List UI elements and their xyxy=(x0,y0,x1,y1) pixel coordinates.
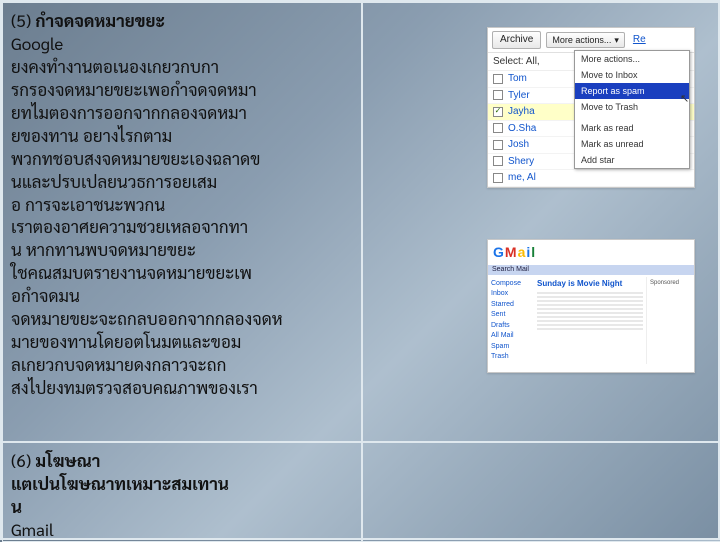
section-6-number: (6) xyxy=(11,449,31,471)
section-5-title: กำจดจดหมายขยะ xyxy=(35,9,164,31)
gmail-message-list-screenshot: Archive More actions... ▾ Re Select: All… xyxy=(487,27,695,188)
ads-title: Sponsored xyxy=(650,279,691,287)
section-6-title: มโฆษณา xyxy=(35,449,100,471)
refresh-link[interactable]: Re xyxy=(630,33,646,47)
more-actions-dropdown[interactable]: More actions... ▾ xyxy=(546,32,625,48)
sidebar-item[interactable]: Starred xyxy=(491,300,531,309)
section-5-body: ยงคงทำงานตอเนองเกยวกบกา รกรองจดหมายขยะเพ… xyxy=(11,55,283,398)
msg-line xyxy=(537,320,643,322)
cursor-icon: ↖ xyxy=(680,92,689,107)
sender: Tyler xyxy=(508,89,530,103)
menu-move-inbox[interactable]: Move to Inbox xyxy=(575,67,689,83)
sidebar-item[interactable]: Sent xyxy=(491,310,531,319)
panel2-main: Sunday is Movie Night xyxy=(534,277,646,365)
msg-line xyxy=(537,312,643,314)
panel-toolbar: Archive More actions... ▾ Re xyxy=(488,28,694,53)
gmail-conversation-screenshot: GMail Search Mail Compose Inbox Starred … xyxy=(487,239,695,373)
section-6-subtitle: แตเปนโฆษณาทเหมาะสมเทาน น xyxy=(11,472,229,517)
msg-line xyxy=(537,296,643,298)
msg-line xyxy=(537,308,643,310)
checkbox-icon[interactable] xyxy=(493,74,503,84)
empty-cell xyxy=(362,442,720,542)
menu-more-actions[interactable]: More actions... xyxy=(575,51,689,67)
sender: O.Sha xyxy=(508,122,536,136)
checkbox-icon[interactable] xyxy=(493,123,503,133)
checkbox-icon[interactable] xyxy=(493,156,503,166)
section-6-company: Gmail xyxy=(11,518,54,540)
msg-line xyxy=(537,328,643,330)
checkbox-icon[interactable] xyxy=(493,173,503,183)
section-5-company: Google xyxy=(11,32,63,54)
context-menu: More actions... Move to Inbox Report as … xyxy=(574,50,690,169)
panel2-ads: Sponsored xyxy=(646,277,694,365)
checkbox-icon[interactable] xyxy=(493,140,503,150)
menu-mark-unread[interactable]: Mark as unread xyxy=(575,136,689,152)
msg-line xyxy=(537,324,643,326)
sidebar-item[interactable]: All Mail xyxy=(491,331,531,340)
panel2-sidebar: Compose Inbox Starred Sent Drafts All Ma… xyxy=(488,277,534,365)
sidebar-item[interactable]: Compose xyxy=(491,279,531,288)
section-5-cell: (5) กำจดจดหมายขยะ Google ยงคงทำงานตอเนอง… xyxy=(2,2,362,442)
msg-line xyxy=(537,316,643,318)
search-bar[interactable]: Search Mail xyxy=(488,265,694,275)
menu-report-spam[interactable]: Report as spam xyxy=(575,83,689,99)
list-item[interactable]: me, Al xyxy=(488,170,694,187)
section-6-cell: (6) มโฆษณา แตเปนโฆษณาทเหมาะสมเทาน น Gmai… xyxy=(2,442,362,542)
illustration-cell: Archive More actions... ▾ Re Select: All… xyxy=(362,2,720,442)
sidebar-item[interactable]: Inbox xyxy=(491,289,531,298)
sidebar-item[interactable]: Trash xyxy=(491,352,531,361)
conversation-title: Sunday is Movie Night xyxy=(537,279,643,290)
menu-mark-read[interactable]: Mark as read xyxy=(575,120,689,136)
menu-move-trash[interactable]: Move to Trash xyxy=(575,99,689,115)
slide-table: (5) กำจดจดหมายขยะ Google ยงคงทำงานตอเนอง… xyxy=(0,0,720,540)
sidebar-item[interactable]: Drafts xyxy=(491,321,531,330)
sender: Tom xyxy=(508,72,527,86)
chevron-down-icon: ▾ xyxy=(614,34,619,46)
sender: me, Al xyxy=(508,171,536,185)
msg-line xyxy=(537,304,643,306)
panel2-body: Compose Inbox Starred Sent Drafts All Ma… xyxy=(488,277,694,365)
section-5-number: (5) xyxy=(11,9,31,31)
msg-line xyxy=(537,300,643,302)
more-actions-label: More actions... xyxy=(552,34,611,46)
select-label[interactable]: Select: All, xyxy=(493,56,540,67)
msg-line xyxy=(537,292,643,294)
checkbox-icon[interactable] xyxy=(493,90,503,100)
menu-add-star[interactable]: Add star xyxy=(575,152,689,168)
checkbox-icon[interactable]: ✓ xyxy=(493,107,503,117)
sender: Shery xyxy=(508,155,534,169)
sidebar-item[interactable]: Spam xyxy=(491,342,531,351)
gmail-logo: GMail xyxy=(488,240,694,265)
sender: Josh xyxy=(508,138,529,152)
sender: Jayha xyxy=(508,105,535,119)
archive-button[interactable]: Archive xyxy=(492,31,541,49)
